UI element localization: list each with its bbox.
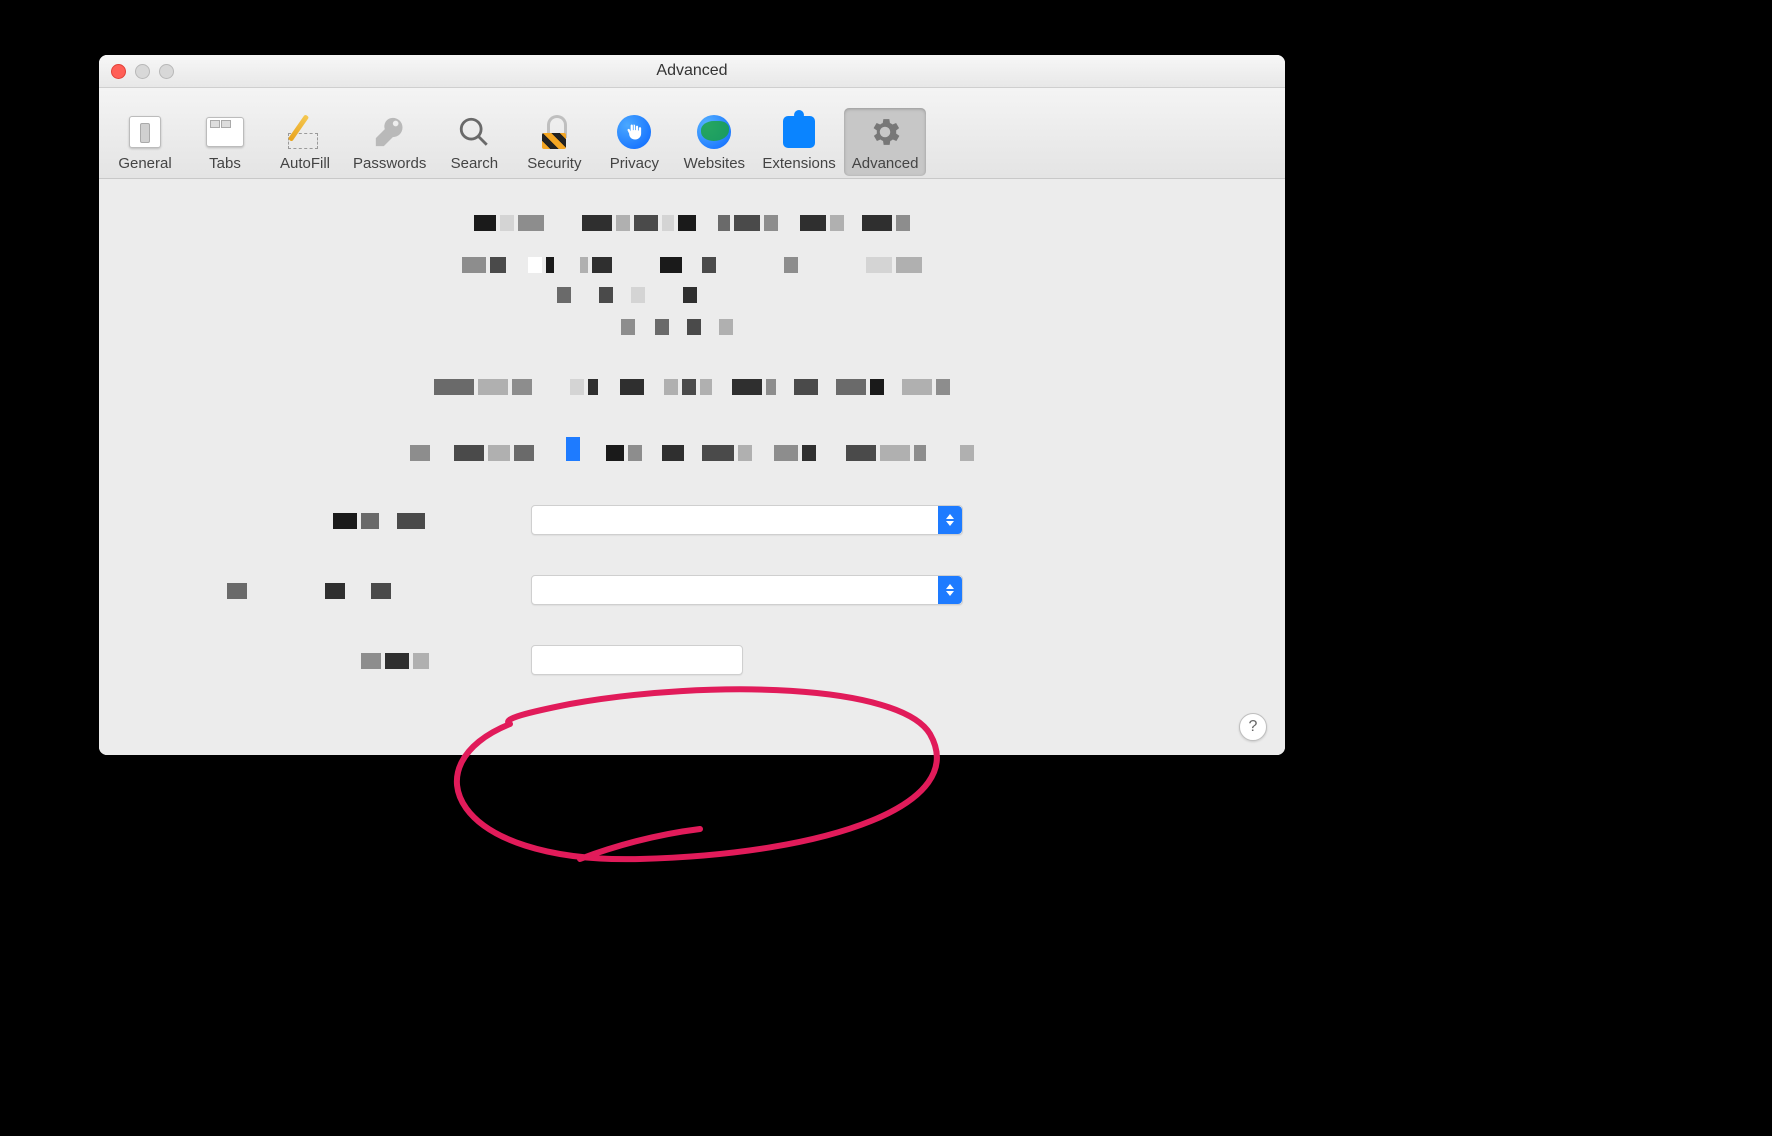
- preferences-toolbar: General Tabs AutoFill Passwords Sear: [99, 88, 1285, 179]
- redacted-dropdown[interactable]: [531, 575, 963, 605]
- redacted-row: [432, 379, 952, 400]
- help-button[interactable]: ?: [1239, 713, 1267, 741]
- toolbar-item-autofill[interactable]: AutoFill: [265, 108, 345, 177]
- toolbar-item-advanced[interactable]: Advanced: [844, 108, 927, 177]
- search-icon: [454, 112, 494, 152]
- redacted-row: [431, 287, 953, 308]
- chevron-updown-icon: [938, 576, 962, 604]
- redacted-label: [225, 583, 393, 604]
- lock-icon: [534, 112, 574, 152]
- redacted-row: [460, 257, 924, 278]
- toolbar-label: General: [118, 156, 171, 173]
- redacted-label: [331, 513, 427, 534]
- toolbar-label: Security: [527, 156, 581, 173]
- toolbar-label: Websites: [684, 156, 745, 173]
- advanced-pane: Show Develop menu in menu bar ?: [99, 179, 1285, 755]
- minimize-button[interactable]: [135, 64, 150, 79]
- redacted-dropdown[interactable]: [531, 505, 963, 535]
- close-button[interactable]: [111, 64, 126, 79]
- hand-icon: [614, 112, 654, 152]
- toolbar-label: Privacy: [610, 156, 659, 173]
- redacted-label: [359, 653, 431, 674]
- toolbar-label: Passwords: [353, 156, 426, 173]
- redacted-row: [408, 437, 976, 466]
- toolbar-label: Advanced: [852, 156, 919, 173]
- toolbar-label: Tabs: [209, 156, 241, 173]
- toolbar-item-extensions[interactable]: Extensions: [754, 108, 843, 177]
- redacted-row: [472, 215, 912, 236]
- redacted-row: [445, 319, 939, 340]
- window-controls: [111, 64, 174, 79]
- toolbar-item-tabs[interactable]: Tabs: [185, 108, 265, 177]
- puzzle-icon: [779, 112, 819, 152]
- key-icon: [370, 112, 410, 152]
- toolbar-item-general[interactable]: General: [105, 108, 185, 177]
- pencil-icon: [285, 112, 325, 152]
- safari-preferences-window: Advanced General Tabs AutoFill Passwords: [99, 55, 1285, 755]
- question-icon: ?: [1249, 718, 1258, 736]
- window-title: Advanced: [656, 62, 727, 80]
- tabs-icon: [205, 112, 245, 152]
- toolbar-label: AutoFill: [280, 156, 330, 173]
- toolbar-item-websites[interactable]: Websites: [674, 108, 754, 177]
- chevron-updown-icon: [938, 506, 962, 534]
- gear-icon: [865, 112, 905, 152]
- globe-icon: [694, 112, 734, 152]
- toolbar-item-search[interactable]: Search: [434, 108, 514, 177]
- toolbar-label: Extensions: [762, 156, 835, 173]
- toolbar-label: Search: [451, 156, 499, 173]
- switch-icon: [125, 112, 165, 152]
- redacted-button[interactable]: [531, 645, 743, 675]
- toolbar-item-security[interactable]: Security: [514, 108, 594, 177]
- window-titlebar[interactable]: Advanced: [99, 55, 1285, 88]
- toolbar-item-passwords[interactable]: Passwords: [345, 108, 434, 177]
- toolbar-item-privacy[interactable]: Privacy: [594, 108, 674, 177]
- zoom-button[interactable]: [159, 64, 174, 79]
